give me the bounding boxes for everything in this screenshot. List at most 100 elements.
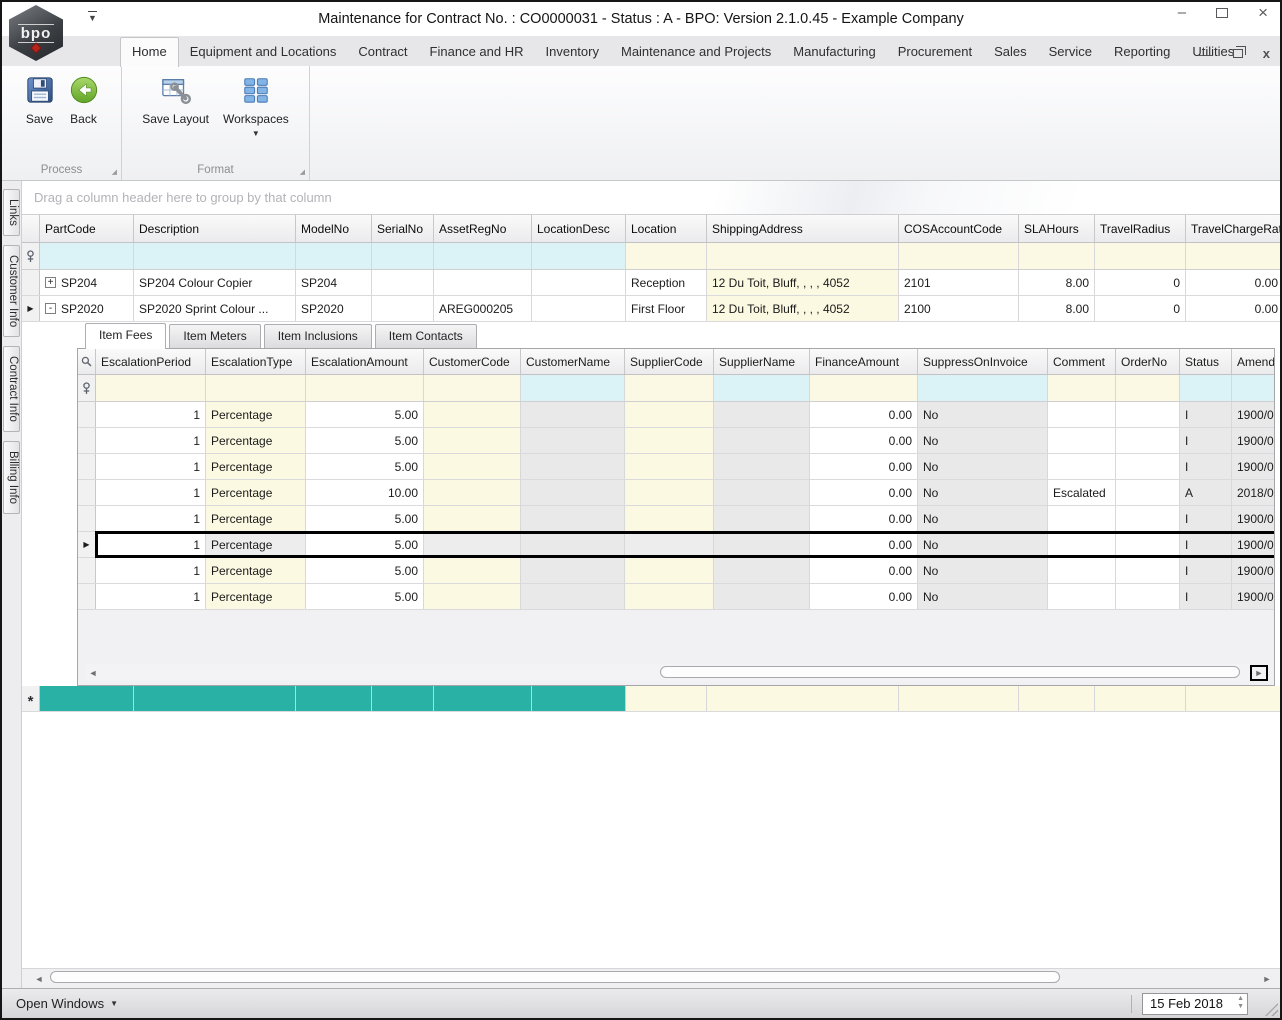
detail-cell-status[interactable]: I [1180, 402, 1232, 427]
filter-cell-travelchargerate[interactable] [1186, 243, 1280, 269]
column-header-travelchargerate[interactable]: TravelChargeRate [1186, 215, 1280, 242]
ribbon-tab-equipment-and-locations[interactable]: Equipment and Locations [179, 38, 348, 66]
cell-travelradius[interactable]: 0 [1095, 270, 1186, 295]
detail-tab-item-inclusions[interactable]: Item Inclusions [264, 324, 372, 348]
detail-column-header-suppliercode[interactable]: SupplierCode [625, 349, 714, 374]
detail-filter-cell-escalationamount[interactable] [306, 375, 424, 401]
detail-cell-escalationtype[interactable]: Percentage [206, 584, 306, 609]
detail-cell-customername[interactable] [521, 402, 625, 427]
fee-row-cells[interactable]: 1Percentage5.000.00NoI1900/0 [96, 584, 1275, 609]
detail-cell-financeamount[interactable]: 0.00 [810, 532, 918, 557]
collapse-row-icon[interactable]: - [45, 303, 56, 314]
detail-cell-amend[interactable]: 1900/0 [1232, 454, 1275, 479]
detail-cell-suppliername[interactable] [714, 558, 810, 583]
date-field[interactable]: 15 Feb 2018 ▲▼ [1142, 993, 1248, 1015]
detail-cell-escalationperiod[interactable]: 1 [96, 584, 206, 609]
detail-horizontal-scrollbar[interactable]: ◄ ► [86, 664, 1268, 681]
detail-scroll-right-highlight[interactable]: ► [1250, 665, 1268, 681]
detail-cell-suppressoninvoice[interactable]: No [918, 480, 1048, 505]
column-header-slahours[interactable]: SLAHours [1019, 215, 1095, 242]
detail-cell-status[interactable]: I [1180, 558, 1232, 583]
detail-cell-amend[interactable]: 1900/0 [1232, 584, 1275, 609]
detail-filter-cell-escalationtype[interactable] [206, 375, 306, 401]
detail-cell-escalationperiod[interactable]: 1 [96, 480, 206, 505]
detail-filter-cell-comment[interactable] [1048, 375, 1116, 401]
filter-cell-shippingaddress[interactable] [707, 243, 899, 269]
detail-column-header-escalationamount[interactable]: EscalationAmount [306, 349, 424, 374]
fee-row[interactable]: 1Percentage5.000.00NoI1900/0 [78, 428, 1274, 454]
fee-row[interactable]: 1Percentage5.000.00NoI1900/0 [78, 558, 1274, 584]
fee-row-cells[interactable]: 1Percentage5.000.00NoI1900/0 [96, 558, 1275, 583]
detail-cell-customercode[interactable] [424, 506, 521, 531]
new-row-cell-location[interactable] [626, 686, 707, 711]
workspaces-dropdown-icon[interactable]: ▼ [252, 129, 260, 138]
detail-cell-customercode[interactable] [424, 454, 521, 479]
main-scroll-left-icon[interactable]: ◄ [32, 974, 46, 984]
document-close-icon[interactable]: x [1263, 48, 1270, 59]
detail-cell-amend[interactable]: 1900/0 [1232, 558, 1275, 583]
detail-column-header-amend[interactable]: Amend [1232, 349, 1275, 374]
ribbon-tab-manufacturing[interactable]: Manufacturing [782, 38, 886, 66]
master-filter-pin-icon[interactable] [22, 243, 40, 269]
detail-cell-escalationtype[interactable]: Percentage [206, 558, 306, 583]
new-row-cell-modelno[interactable] [296, 686, 372, 711]
detail-cell-suppliername[interactable] [714, 584, 810, 609]
detail-cell-orderno[interactable] [1116, 454, 1180, 479]
open-windows-button[interactable]: Open Windows ▼ [16, 996, 118, 1011]
detail-cell-escalationamount[interactable]: 5.00 [306, 558, 424, 583]
fee-row[interactable]: 1Percentage5.000.00NoI1900/0 [78, 584, 1274, 610]
ribbon-tab-finance-and-hr[interactable]: Finance and HR [419, 38, 535, 66]
detail-cell-orderno[interactable] [1116, 402, 1180, 427]
filter-cell-slahours[interactable] [1019, 243, 1095, 269]
column-header-locationdesc[interactable]: LocationDesc [532, 215, 626, 242]
detail-cell-status[interactable]: I [1180, 584, 1232, 609]
cell-location[interactable]: Reception [626, 270, 707, 295]
date-spinner[interactable]: ▲▼ [1237, 995, 1244, 1011]
detail-column-header-comment[interactable]: Comment [1048, 349, 1116, 374]
fee-row-cells[interactable]: 1Percentage5.000.00NoI1900/0 [96, 506, 1275, 531]
detail-cell-escalationperiod[interactable]: 1 [96, 506, 206, 531]
detail-cell-status[interactable]: I [1180, 454, 1232, 479]
equipment-row[interactable]: +SP204SP204 Colour CopierSP204Reception1… [22, 270, 1280, 296]
cell-serialno[interactable] [372, 270, 434, 295]
ribbon-tab-procurement[interactable]: Procurement [887, 38, 983, 66]
detail-filter-cell-suppliername[interactable] [714, 375, 810, 401]
main-scroll-track[interactable] [46, 969, 1260, 988]
cell-shippingaddress[interactable]: 12 Du Toit, Bluff, , , , 4052 [707, 296, 899, 321]
column-header-shippingaddress[interactable]: ShippingAddress [707, 215, 899, 242]
detail-cell-suppressoninvoice[interactable]: No [918, 402, 1048, 427]
detail-cell-escalationamount[interactable]: 5.00 [306, 532, 424, 557]
detail-cell-comment[interactable] [1048, 506, 1116, 531]
sidebar-tab-customer-info[interactable]: Customer Info [3, 245, 20, 337]
new-row-cell-serialno[interactable] [372, 686, 434, 711]
detail-cell-comment[interactable]: Escalated [1048, 480, 1116, 505]
detail-cell-suppliername[interactable] [714, 480, 810, 505]
format-dialog-launcher-icon[interactable]: ◢ [300, 168, 305, 176]
expand-row-icon[interactable]: + [45, 277, 56, 288]
detail-cell-orderno[interactable] [1116, 480, 1180, 505]
group-by-panel[interactable]: Drag a column header here to group by th… [22, 181, 1280, 215]
detail-tab-item-fees[interactable]: Item Fees [85, 323, 166, 349]
new-row-cell-slahours[interactable] [1019, 686, 1095, 711]
detail-cell-orderno[interactable] [1116, 584, 1180, 609]
cell-cosaccountcode[interactable]: 2100 [899, 296, 1019, 321]
detail-tab-item-meters[interactable]: Item Meters [169, 324, 260, 348]
fee-row[interactable]: 1Percentage5.000.00NoI1900/0 [78, 402, 1274, 428]
save-layout-button[interactable]: Save Layout [137, 72, 214, 129]
column-header-modelno[interactable]: ModelNo [296, 215, 372, 242]
new-row[interactable]: * [22, 686, 1280, 712]
cell-serialno[interactable] [372, 296, 434, 321]
ribbon-tab-contract[interactable]: Contract [347, 38, 418, 66]
detail-column-header-escalationperiod[interactable]: EscalationPeriod [96, 349, 206, 374]
detail-cell-suppliercode[interactable] [625, 428, 714, 453]
main-scroll-thumb[interactable] [50, 971, 1060, 983]
detail-column-header-status[interactable]: Status [1180, 349, 1232, 374]
detail-scroll-right-icon[interactable]: ► [1255, 668, 1264, 678]
cell-location[interactable]: First Floor [626, 296, 707, 321]
filter-cell-modelno[interactable] [296, 243, 372, 269]
ribbon-tab-sales[interactable]: Sales [983, 38, 1038, 66]
detail-cell-customername[interactable] [521, 558, 625, 583]
new-row-cell-travelradius[interactable] [1095, 686, 1186, 711]
detail-tab-item-contacts[interactable]: Item Contacts [375, 324, 477, 348]
detail-search-icon[interactable] [78, 349, 96, 374]
